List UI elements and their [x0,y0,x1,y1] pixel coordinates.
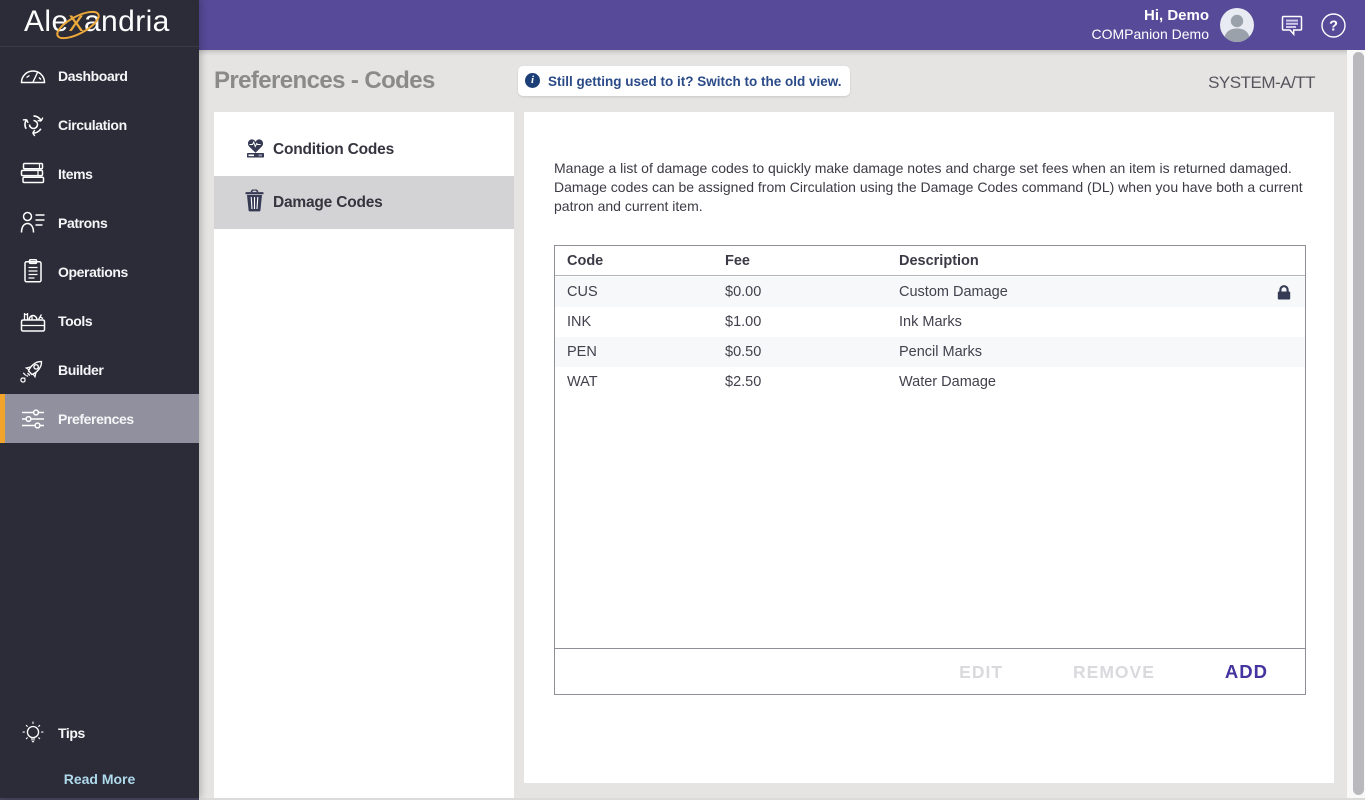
svg-text:?: ? [1329,19,1338,35]
